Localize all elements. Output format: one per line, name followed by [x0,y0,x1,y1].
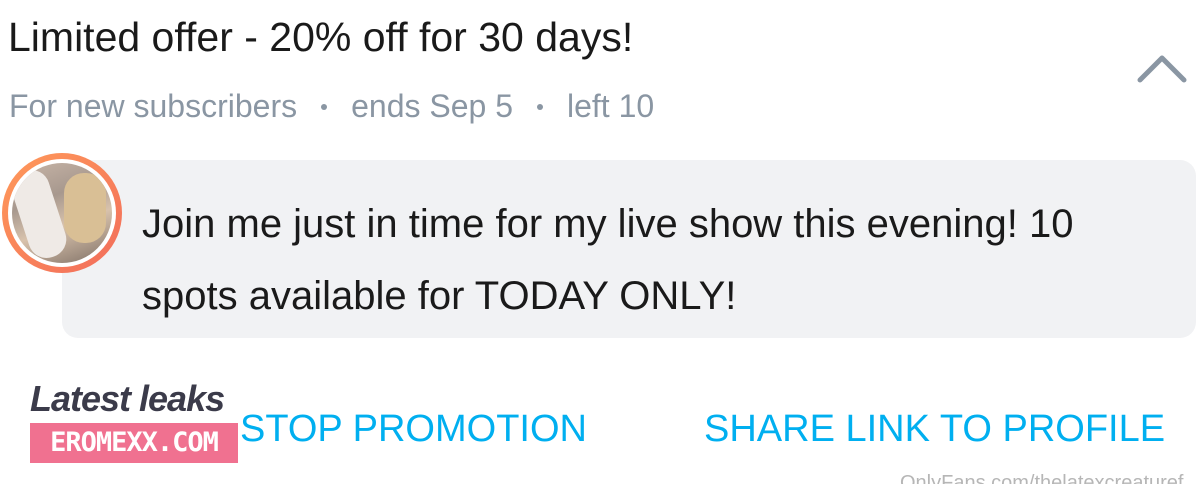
promotion-message-box: Join me just in time for my live show th… [62,160,1196,338]
collapse-button[interactable] [1130,48,1194,92]
offer-ends: ends Sep 5 [351,88,513,124]
offer-audience: For new subscribers [9,88,298,124]
avatar[interactable] [2,153,122,273]
offer-title: Limited offer - 20% off for 30 days! [8,14,634,60]
footer-url: OnlyFans.com/thelatexcreaturef [900,472,1184,484]
watermark-heading: Latest leaks [30,378,225,419]
chevron-up-icon [1137,55,1187,83]
promotion-message: Join me just in time for my live show th… [142,202,1074,318]
separator-dot [321,103,328,110]
offer-remaining: left 10 [567,88,655,124]
share-link-button[interactable]: SHARE LINK TO PROFILE [704,408,1165,451]
offer-meta: For new subscribers ends Sep 5 left 10 [9,88,654,125]
promotion-card: Limited offer - 20% off for 30 days! For… [0,0,1204,484]
avatar-photo [12,163,112,263]
watermark-badge: EROMEXX.COM [30,423,238,463]
separator-dot [537,103,543,110]
stop-promotion-button[interactable]: STOP PROMOTION [240,408,587,451]
